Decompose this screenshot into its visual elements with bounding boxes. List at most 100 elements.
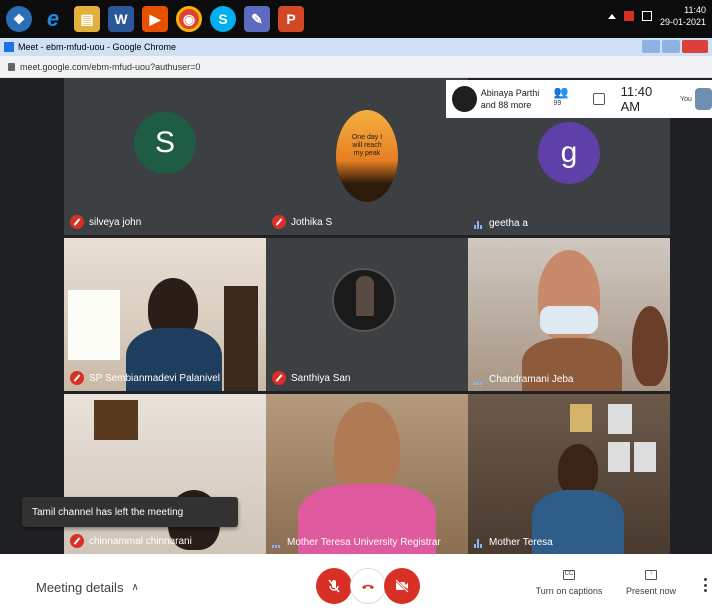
mic-off-icon xyxy=(328,579,340,593)
captions-button[interactable]: CC Turn on captions xyxy=(534,566,604,596)
avatar: S xyxy=(134,112,196,174)
presenter-name: Abinaya Parthi xyxy=(480,88,540,98)
toast-message: Tamil channel has left the meeting xyxy=(32,506,184,518)
clock-time: 11:40 xyxy=(684,5,706,15)
participant-name: Jothika S xyxy=(291,216,333,228)
participant-tile[interactable]: Mother Teresa xyxy=(468,394,670,554)
participant-tile[interactable]: S silveya john xyxy=(64,78,266,235)
participant-tile[interactable]: g geetha a xyxy=(468,118,670,235)
participant-tile[interactable]: SP Sembianmadevi Palanivel xyxy=(64,238,266,391)
internet-explorer-icon[interactable]: e xyxy=(40,6,66,32)
screen: ❖ e ▤ W ▶ ◉ S ✎ P 11:40 29-01-2021 Meet … xyxy=(0,0,712,610)
mic-muted-icon xyxy=(70,215,84,229)
paint-icon[interactable]: ✎ xyxy=(244,6,270,32)
presenter-summary[interactable]: Abinaya Parthi and 88 more xyxy=(481,87,548,111)
mic-muted-icon xyxy=(272,371,286,385)
meet-favicon-icon xyxy=(4,42,14,52)
url-text[interactable]: meet.google.com/ebm-mfud-uou?authuser=0 xyxy=(20,62,200,72)
meeting-controls-bar: Meeting details ∧ CC Turn on captions ↑ … xyxy=(0,554,712,610)
powerpoint-icon[interactable]: P xyxy=(278,6,304,32)
participant-video-figure-2 xyxy=(632,306,668,386)
wall-photo-frame xyxy=(608,442,630,472)
chrome-icon[interactable]: ◉ xyxy=(176,6,202,32)
participant-tile[interactable]: Santhiya San xyxy=(266,238,468,391)
face-mask xyxy=(540,306,598,334)
minimize-button[interactable] xyxy=(642,40,660,53)
participant-name-tag: silveya john xyxy=(70,215,141,229)
more-options-icon[interactable] xyxy=(704,578,708,592)
door-background xyxy=(224,286,258,391)
tray-arrow-icon[interactable] xyxy=(607,13,616,19)
more-participants: and 88 more xyxy=(480,100,532,110)
hang-up-icon xyxy=(362,584,374,589)
people-icon[interactable]: 👥99 xyxy=(553,85,575,113)
participant-name: Chandramani Jeba xyxy=(489,374,574,385)
camera-toggle-button[interactable] xyxy=(384,568,420,604)
meeting-details-label: Meeting details xyxy=(36,580,124,595)
system-clock[interactable]: 11:40 29-01-2021 xyxy=(660,4,706,28)
video-grid: S silveya john One day I will reach my p… xyxy=(0,78,712,554)
participant-name-tag: Mother Teresa xyxy=(474,537,553,548)
avatar: One day I will reach my peak xyxy=(336,110,398,202)
speaking-indicator-icon xyxy=(474,375,483,385)
microphone-toggle-button[interactable] xyxy=(316,568,352,604)
wall-photo-frame xyxy=(634,442,656,472)
participant-name: chinnammal chinnarani xyxy=(89,535,192,547)
present-icon: ↑ xyxy=(645,570,657,580)
participant-tile[interactable]: Mother Teresa University Registrar xyxy=(266,394,468,554)
network-icon[interactable] xyxy=(641,11,652,21)
participant-tile[interactable]: chinnammal chinnarani xyxy=(64,394,266,554)
avatar-letter: S xyxy=(154,126,175,159)
mic-muted-icon xyxy=(272,215,286,229)
meeting-details-button[interactable]: Meeting details ∧ xyxy=(36,580,139,595)
lock-icon[interactable] xyxy=(8,62,15,71)
media-player-icon[interactable]: ▶ xyxy=(142,6,168,32)
speaking-indicator-icon xyxy=(474,219,483,229)
windows-start-icon[interactable]: ❖ xyxy=(6,6,32,32)
leave-call-button[interactable] xyxy=(350,568,386,604)
present-label: Present now xyxy=(625,586,677,596)
participant-name-tag: Jothika S xyxy=(272,215,332,229)
clock-date: 29-01-2021 xyxy=(659,17,706,27)
avatar-letter: g xyxy=(560,136,578,169)
participant-tile[interactable]: Chandramani Jeba xyxy=(468,238,670,391)
address-bar[interactable]: meet.google.com/ebm-mfud-uou?authuser=0 xyxy=(0,56,712,78)
participant-tile[interactable]: One day I will reach my peak Jothika S xyxy=(266,78,468,235)
chat-icon[interactable] xyxy=(593,93,605,105)
captions-label: Turn on captions xyxy=(535,586,603,596)
notification-toast: Tamil channel has left the meeting xyxy=(22,497,238,527)
word-icon[interactable]: W xyxy=(108,6,134,32)
presenter-avatar xyxy=(452,86,477,112)
skype-icon[interactable]: S xyxy=(210,6,236,32)
mic-muted-icon xyxy=(70,371,84,385)
speaking-indicator-icon xyxy=(474,538,483,548)
avatar-figure xyxy=(356,276,374,316)
avatar: g xyxy=(538,122,600,184)
chevron-up-icon: ∧ xyxy=(131,582,139,593)
camera-off-icon xyxy=(395,579,409,593)
system-tray: 11:40 29-01-2021 xyxy=(607,4,706,28)
participant-name-tag: SP Sembianmadevi Palanivel xyxy=(70,371,220,385)
file-explorer-icon[interactable]: ▤ xyxy=(74,6,100,32)
maximize-button[interactable] xyxy=(662,40,680,53)
wall-photo-frame xyxy=(570,404,592,432)
window-background xyxy=(68,290,120,360)
meeting-time: 11:40 AM xyxy=(620,84,653,114)
windows-taskbar: ❖ e ▤ W ▶ ◉ S ✎ P 11:40 29-01-2021 xyxy=(0,0,712,38)
wall-frame xyxy=(94,400,138,440)
participant-name: Mother Teresa University Registrar xyxy=(287,537,441,548)
present-now-button[interactable]: ↑ Present now xyxy=(616,566,686,596)
mic-muted-icon xyxy=(70,534,84,548)
participant-name: SP Sembianmadevi Palanivel xyxy=(89,372,221,384)
participant-name: Santhiya San xyxy=(291,372,351,384)
participant-name-tag: Chandramani Jeba xyxy=(474,374,574,385)
flag-icon[interactable] xyxy=(623,11,634,21)
self-preview-tile[interactable] xyxy=(694,88,712,110)
participant-name: geetha a xyxy=(489,218,528,229)
close-window-button[interactable] xyxy=(682,40,708,53)
participant-video-figure xyxy=(334,402,400,496)
participant-video-figure xyxy=(558,444,598,496)
self-label: You xyxy=(680,95,692,103)
participant-name-tag: Santhiya San xyxy=(272,371,351,385)
captions-icon: CC xyxy=(563,570,575,580)
